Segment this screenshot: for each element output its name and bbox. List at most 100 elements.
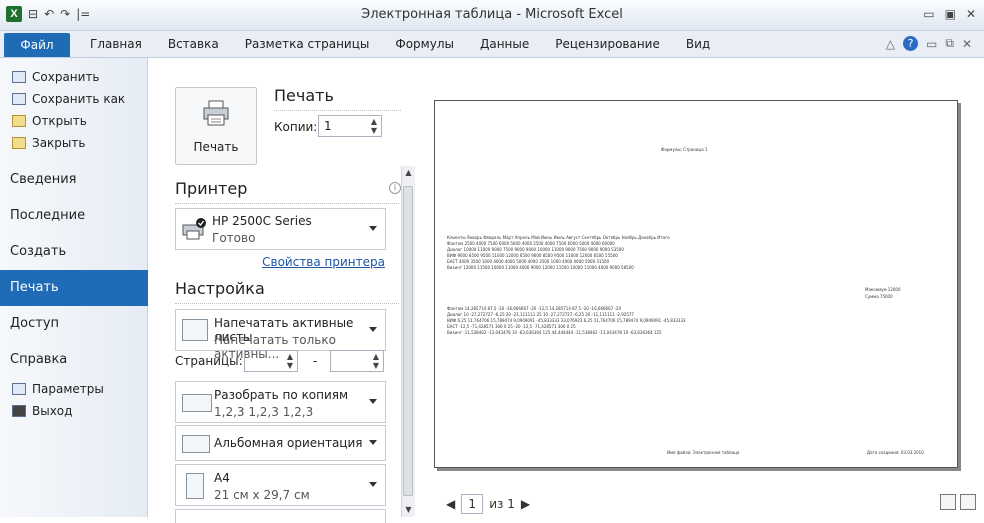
printer-name: HP 2500C Series <box>212 214 312 228</box>
collate-title: Разобрать по копиям <box>214 388 349 402</box>
next-page-icon[interactable]: ▶ <box>521 497 530 511</box>
menu-new[interactable]: Создать <box>0 234 147 270</box>
more-settings-dropdown[interactable] <box>175 509 386 523</box>
scroll-thumb[interactable] <box>403 186 413 496</box>
chevron-down-icon <box>369 226 377 231</box>
spin-arrows-icon[interactable]: ▲ ▼ <box>371 117 377 135</box>
divider <box>175 203 399 204</box>
printer-icon <box>203 100 229 126</box>
menu-save-as[interactable]: Сохранить как <box>0 88 147 110</box>
help-icon[interactable]: ? <box>903 36 919 51</box>
preview-row: Визинт 12000 11500 10000 11000 4000 9000… <box>447 265 634 270</box>
menu-options[interactable]: Параметры <box>0 378 147 400</box>
preview-row: Диалог 10 -27,272727 -6,25 20 -21,111111… <box>447 312 634 317</box>
preview-row: Сумма 75000 <box>865 294 893 299</box>
preview-row: Максимум 12000 <box>865 287 901 292</box>
collapse-ribbon-icon[interactable]: △ <box>886 37 895 51</box>
tab-insert[interactable]: Вставка <box>168 37 219 51</box>
chevron-down-icon <box>369 482 377 487</box>
page-header: Формулы; Страница 1 <box>661 147 708 152</box>
printer-heading: Принтер <box>175 179 248 198</box>
settings-heading: Настройка <box>175 279 265 298</box>
print-button-label: Печать <box>193 140 239 154</box>
close-icon[interactable]: ✕ <box>966 7 976 21</box>
preview-row: Клиенты Январь Февраль Март Апрель Май И… <box>447 235 670 240</box>
copies-value: 1 <box>324 119 332 133</box>
chevron-down-icon <box>369 399 377 404</box>
menu-exit[interactable]: Выход <box>0 400 147 422</box>
menu-recent[interactable]: Последние <box>0 198 147 234</box>
page-total: из 1 <box>489 497 515 511</box>
paper-icon <box>186 473 204 499</box>
printer-dropdown[interactable]: HP 2500C Series Готово <box>175 208 386 250</box>
menu-info[interactable]: Сведения <box>0 162 147 198</box>
pages-to-input[interactable]: ▲ ▼ <box>330 350 384 372</box>
minimize-workbook-icon[interactable]: ▭ <box>926 37 937 51</box>
print-heading: Печать <box>274 86 334 105</box>
preview-row: Диалог 10000 11000 9000 7500 9000 9000 1… <box>447 247 624 252</box>
printer-properties-link[interactable]: Свойства принтера <box>262 255 385 269</box>
copies-label: Копии: <box>274 120 318 134</box>
pages-label: Страницы: <box>175 354 243 368</box>
tab-file[interactable]: Файл <box>4 33 70 57</box>
page-navigator: ◀ 1 из 1 ▶ <box>446 494 530 514</box>
exit-icon <box>12 405 26 417</box>
print-button[interactable]: Печать <box>175 87 257 165</box>
options-icon <box>12 383 26 395</box>
page-footer-left: Имя файла: Электронная таблица <box>667 450 740 455</box>
prev-page-icon[interactable]: ◀ <box>446 497 455 511</box>
paper-sub: 21 см x 29,7 см <box>214 488 310 502</box>
tab-review[interactable]: Рецензирование <box>555 37 660 51</box>
current-page-input[interactable]: 1 <box>461 494 484 514</box>
chevron-down-icon <box>369 440 377 445</box>
title-bar: X ⊟ ↶ ↷ |= Электронная таблица - Microso… <box>0 0 984 31</box>
save-icon <box>12 71 26 83</box>
divider <box>175 303 399 304</box>
spin-arrows-icon[interactable]: ▲ ▼ <box>287 352 293 370</box>
tab-page-layout[interactable]: Разметка страницы <box>245 37 370 51</box>
paper-size-dropdown[interactable]: А4 21 см x 29,7 см <box>175 464 386 506</box>
collate-sub: 1,2,3 1,2,3 1,2,3 <box>214 405 314 419</box>
tab-view[interactable]: Вид <box>686 37 710 51</box>
preview-row: ВИФ 9000 8500 9500 11000 12000 6500 9000… <box>447 253 618 258</box>
preview-row: Визинт -11,538462 -13,043478 10 -63,6363… <box>447 330 662 335</box>
scroll-down-icon[interactable]: ▼ <box>403 503 414 517</box>
print-what-dropdown[interactable]: Напечатать активные листы Напечатать тол… <box>175 309 386 361</box>
collate-icon <box>182 394 212 412</box>
folder-open-icon <box>12 115 26 127</box>
menu-help[interactable]: Справка <box>0 342 147 378</box>
preview-row: Фантом 14,285714 87,5 -20 -16,666667 -20… <box>447 306 621 311</box>
menu-share[interactable]: Доступ <box>0 306 147 342</box>
orientation-title: Альбомная ориентация <box>214 436 363 450</box>
tab-data[interactable]: Данные <box>480 37 529 51</box>
minimize-icon[interactable]: ▭ <box>923 7 934 21</box>
menu-print[interactable]: Печать <box>0 270 156 306</box>
orientation-dropdown[interactable]: Альбомная ориентация <box>175 425 386 461</box>
printer-ready-icon <box>182 218 206 240</box>
close-workbook-icon[interactable]: ✕ <box>962 37 972 51</box>
paper-title: А4 <box>214 471 230 485</box>
tab-home[interactable]: Главная <box>90 37 142 51</box>
spin-arrows-icon[interactable]: ▲ ▼ <box>373 352 379 370</box>
collate-dropdown[interactable]: Разобрать по копиям 1,2,3 1,2,3 1,2,3 <box>175 381 386 423</box>
printer-status: Готово <box>212 231 256 245</box>
menu-save[interactable]: Сохранить <box>0 66 147 88</box>
settings-scrollbar[interactable]: ▲ ▼ <box>401 166 415 517</box>
sheet-icon <box>182 319 208 341</box>
scroll-up-icon[interactable]: ▲ <box>403 166 414 180</box>
ribbon-tabs: Файл Главная Вставка Разметка страницы Ф… <box>0 31 984 58</box>
show-margins-icon[interactable] <box>940 494 956 510</box>
info-icon[interactable]: i <box>389 182 401 194</box>
maximize-icon[interactable]: ▣ <box>945 7 956 21</box>
tab-formulas[interactable]: Формулы <box>395 37 454 51</box>
menu-close[interactable]: Закрыть <box>0 132 147 154</box>
restore-workbook-icon[interactable]: ⧉ <box>945 36 954 51</box>
preview-row: БАСТ 4000 3500 1000 4000 4000 5000 4000 … <box>447 259 610 264</box>
pages-from-input[interactable]: ▲ ▼ <box>244 350 298 372</box>
copies-stepper[interactable]: 1 ▲ ▼ <box>318 115 382 137</box>
zoom-to-page-icon[interactable] <box>960 494 976 510</box>
landscape-icon <box>182 435 210 453</box>
preview-row: БАСТ -12,5 -71,428571 300 0 25 -20 -12,5… <box>447 324 576 329</box>
pages-dash: - <box>313 354 318 368</box>
menu-open[interactable]: Открыть <box>0 110 147 132</box>
